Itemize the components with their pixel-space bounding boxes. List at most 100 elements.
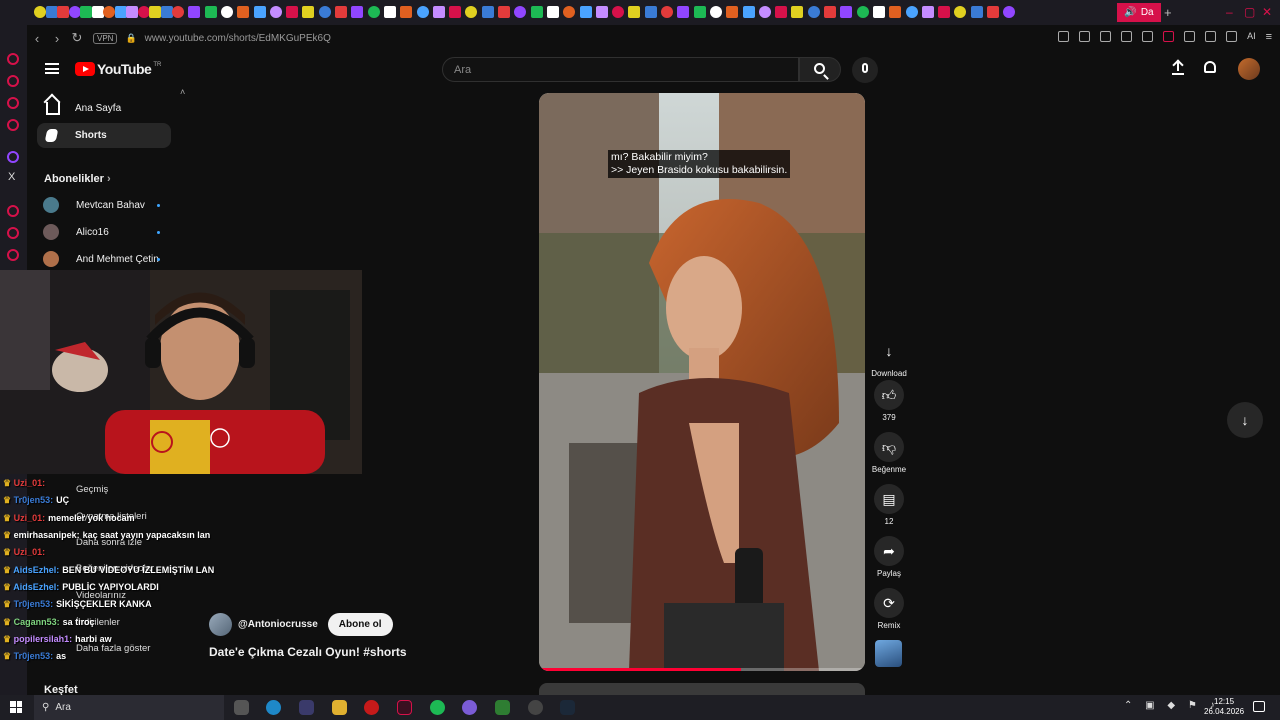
tab-favicon-icon[interactable] xyxy=(149,6,161,18)
steam-icon[interactable] xyxy=(560,700,575,715)
shield-icon[interactable] xyxy=(1100,31,1112,42)
bookmark-icon[interactable] xyxy=(1058,31,1070,42)
ai-button[interactable]: AI xyxy=(1247,31,1256,43)
dislike-button[interactable]: 👎︎ Beğenme xyxy=(870,432,908,474)
settings-icon[interactable] xyxy=(1226,31,1238,42)
tab-favicon-icon[interactable] xyxy=(905,6,918,18)
video-progress-bar[interactable] xyxy=(539,668,865,671)
next-short-preview[interactable] xyxy=(539,683,865,695)
sidebar-app-icon[interactable] xyxy=(7,119,19,131)
tab-favicon-icon[interactable] xyxy=(628,6,641,18)
opera-gx-icon[interactable] xyxy=(397,700,412,715)
heart-icon[interactable] xyxy=(1142,31,1154,42)
tab-favicon-icon[interactable] xyxy=(709,6,722,18)
next-short-button[interactable]: ↓ xyxy=(1227,402,1263,438)
subscription-name[interactable]: Alico16 xyxy=(76,227,109,238)
tab-favicon-icon[interactable] xyxy=(546,6,559,18)
sidebar-app-icon[interactable] xyxy=(7,227,19,239)
close-window-button[interactable]: ✕ xyxy=(1262,5,1272,19)
menu-icon[interactable]: ≡ xyxy=(1266,31,1272,43)
tab-favicon-icon[interactable] xyxy=(160,6,173,18)
tab-favicon-icon[interactable] xyxy=(498,6,510,18)
tab-favicon-icon[interactable] xyxy=(449,6,462,18)
sound-thumbnail[interactable] xyxy=(875,640,902,667)
active-tab[interactable]: 🔊 Da xyxy=(1117,3,1161,22)
account-avatar[interactable] xyxy=(1238,58,1260,80)
tab-favicon-icon[interactable] xyxy=(938,6,951,18)
notification-center-icon[interactable] xyxy=(1253,701,1265,712)
comments-button[interactable]: ▤ 12 xyxy=(870,484,908,526)
like-button[interactable]: 👍︎ 379 xyxy=(870,380,908,422)
guide-menu-icon[interactable] xyxy=(45,63,59,74)
channel-name[interactable]: @Antoniocrusse xyxy=(238,619,318,630)
download-button[interactable]: ↓ Download xyxy=(870,336,908,378)
forward-button[interactable]: › xyxy=(47,31,67,46)
minimize-button[interactable]: – xyxy=(1226,5,1233,19)
subscription-name[interactable]: Mevtcan Bahav xyxy=(76,200,145,211)
tab-favicon-icon[interactable] xyxy=(172,6,184,18)
tab-favicon-icon[interactable] xyxy=(103,6,115,18)
tab-favicon-icon[interactable] xyxy=(987,6,999,18)
tab-favicon-icon[interactable] xyxy=(57,6,69,18)
search-button[interactable] xyxy=(799,57,841,82)
tab-favicon-icon[interactable] xyxy=(302,6,315,18)
tab-favicon-icon[interactable] xyxy=(286,6,299,18)
reload-button[interactable]: ↻ xyxy=(67,30,87,46)
tab-favicon-icon[interactable] xyxy=(921,6,934,18)
tab-favicon-icon[interactable] xyxy=(432,6,445,18)
tab-favicon-icon[interactable] xyxy=(514,6,527,18)
new-tab-button[interactable]: + xyxy=(1164,5,1172,20)
tab-favicon-icon[interactable] xyxy=(137,6,150,18)
voice-search-button[interactable] xyxy=(852,57,878,83)
x-icon[interactable]: X xyxy=(8,171,15,183)
tab-favicon-icon[interactable] xyxy=(595,6,608,18)
tab-favicon-icon[interactable] xyxy=(807,6,820,18)
wallet-icon[interactable] xyxy=(1163,31,1175,42)
tab-favicon-icon[interactable] xyxy=(253,6,266,18)
url-field[interactable]: www.youtube.com/shorts/EdMKGuPEk6Q xyxy=(145,33,331,44)
tab-favicon-icon[interactable] xyxy=(237,6,250,18)
sidebar-app-icon[interactable] xyxy=(7,97,19,109)
create-icon[interactable] xyxy=(1172,61,1184,75)
tab-favicon-icon[interactable] xyxy=(742,6,755,18)
task-view-icon[interactable] xyxy=(234,700,249,715)
avatar[interactable] xyxy=(43,251,59,267)
vpn-badge[interactable]: VPN xyxy=(93,32,118,44)
taskbar-search[interactable]: ⚲ Ara xyxy=(34,695,224,720)
tab-favicon-icon[interactable] xyxy=(68,6,81,18)
tab-favicon-icon[interactable] xyxy=(530,6,543,18)
tab-favicon-icon[interactable] xyxy=(856,6,869,18)
avatar[interactable] xyxy=(43,224,59,240)
maximize-button[interactable]: ▢ xyxy=(1244,5,1255,19)
tab-favicon-icon[interactable] xyxy=(889,6,902,18)
app-icon[interactable] xyxy=(495,700,510,715)
app-icon[interactable] xyxy=(528,700,543,715)
sidebar-app-icon[interactable] xyxy=(7,53,19,65)
notifications-bell-icon[interactable] xyxy=(1204,61,1216,73)
short-title[interactable]: Date'e Çıkma Cezalı Oyun! #shorts xyxy=(209,645,407,659)
tab-favicon-icon[interactable] xyxy=(824,6,836,18)
play-icon[interactable] xyxy=(1121,31,1133,42)
tab-favicon-icon[interactable] xyxy=(954,6,967,18)
short-video-player[interactable]: mı? Bakabilir miyim? >> Jeyen Brasido ko… xyxy=(539,93,865,671)
download-icon[interactable] xyxy=(1205,31,1217,42)
channel-avatar[interactable] xyxy=(209,613,232,636)
tab-favicon-icon[interactable] xyxy=(758,6,771,18)
extensions-icon[interactable] xyxy=(1184,31,1196,42)
screenshot-icon[interactable] xyxy=(1079,31,1091,42)
subscribe-button[interactable]: Abone ol xyxy=(327,613,393,636)
guide-item-shorts[interactable]: Shorts xyxy=(37,123,171,148)
subscriptions-title[interactable]: Abonelikler › xyxy=(44,173,111,185)
tab-favicon-icon[interactable] xyxy=(677,6,690,18)
app-icon[interactable] xyxy=(299,700,314,715)
youtube-logo[interactable]: YouTube TR xyxy=(75,61,161,77)
file-explorer-icon[interactable] xyxy=(332,700,347,715)
tab-favicon-icon[interactable] xyxy=(91,6,104,18)
discord-icon[interactable] xyxy=(462,700,477,715)
tab-favicon-icon[interactable] xyxy=(644,6,657,18)
tab-favicon-icon[interactable] xyxy=(220,6,233,18)
tab-favicon-icon[interactable] xyxy=(367,6,380,18)
tab-favicon-icon[interactable] xyxy=(775,6,788,18)
edge-icon[interactable] xyxy=(266,700,281,715)
tab-favicon-icon[interactable] xyxy=(481,6,494,18)
